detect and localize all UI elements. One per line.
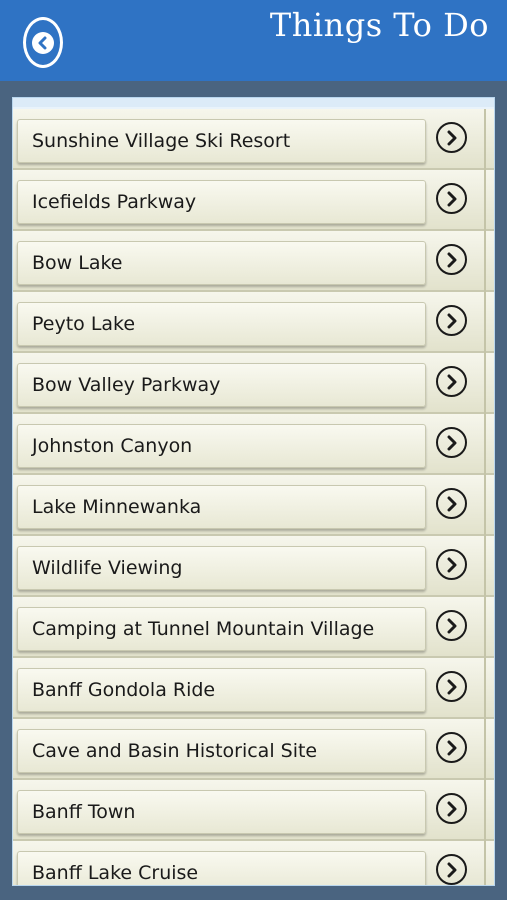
panel-top-strip — [13, 98, 494, 107]
list-item[interactable]: Camping at Tunnel Mountain Village — [13, 597, 494, 658]
chevron-right-circle-icon[interactable] — [436, 305, 467, 336]
chevron-right-circle-icon[interactable] — [436, 610, 467, 641]
list-item-label[interactable]: Banff Gondola Ride — [17, 668, 426, 712]
list-panel: Sunshine Village Ski Resort Icefields Par… — [12, 97, 495, 886]
chevron-right-circle-icon[interactable] — [436, 122, 467, 153]
list-item-label[interactable]: Lake Minnewanka — [17, 485, 426, 529]
row-divider — [484, 414, 486, 475]
list-item[interactable]: Johnston Canyon — [13, 414, 494, 475]
list-item-label[interactable]: Bow Lake — [17, 241, 426, 285]
list-item-label[interactable]: Sunshine Village Ski Resort — [17, 119, 426, 163]
row-divider — [484, 170, 486, 231]
row-divider — [484, 780, 486, 841]
row-divider — [484, 231, 486, 292]
chevron-right-circle-icon[interactable] — [436, 549, 467, 580]
chevron-right-circle-icon[interactable] — [436, 366, 467, 397]
chevron-right-circle-icon[interactable] — [436, 183, 467, 214]
list-item[interactable]: Bow Lake — [13, 231, 494, 292]
row-divider — [484, 292, 486, 353]
back-button[interactable] — [23, 17, 63, 68]
list-item-label[interactable]: Wildlife Viewing — [17, 546, 426, 590]
chevron-right-circle-icon[interactable] — [436, 671, 467, 702]
list-item[interactable]: Banff Gondola Ride — [13, 658, 494, 719]
row-divider — [484, 353, 486, 414]
row-divider — [484, 109, 486, 170]
list-item[interactable]: Sunshine Village Ski Resort — [13, 109, 494, 170]
list-item[interactable]: Banff Lake Cruise — [13, 841, 494, 885]
list-item[interactable]: Wildlife Viewing — [13, 536, 494, 597]
row-divider — [484, 719, 486, 780]
row-divider — [484, 475, 486, 536]
chevron-right-circle-icon[interactable] — [436, 732, 467, 763]
list-item-label[interactable]: Banff Town — [17, 790, 426, 834]
header-bar: Things To Do — [0, 0, 507, 81]
row-divider — [484, 536, 486, 597]
chevron-right-circle-icon[interactable] — [436, 793, 467, 824]
page-title: Things To Do — [269, 6, 489, 44]
list-item[interactable]: Cave and Basin Historical Site — [13, 719, 494, 780]
list-item-label[interactable]: Icefields Parkway — [17, 180, 426, 224]
list-item[interactable]: Banff Town — [13, 780, 494, 841]
row-divider — [484, 841, 486, 885]
chevron-right-circle-icon[interactable] — [436, 488, 467, 519]
list-item[interactable]: Lake Minnewanka — [13, 475, 494, 536]
row-divider — [484, 658, 486, 719]
chevron-right-circle-icon[interactable] — [436, 427, 467, 458]
row-divider — [484, 597, 486, 658]
chevron-right-circle-icon[interactable] — [436, 854, 467, 885]
chevron-right-circle-icon[interactable] — [436, 244, 467, 275]
list-item-label[interactable]: Cave and Basin Historical Site — [17, 729, 426, 773]
list-item-label[interactable]: Peyto Lake — [17, 302, 426, 346]
list-item-label[interactable]: Johnston Canyon — [17, 424, 426, 468]
list-item-label[interactable]: Banff Lake Cruise — [17, 851, 426, 885]
list-item[interactable]: Bow Valley Parkway — [13, 353, 494, 414]
list-item-label[interactable]: Bow Valley Parkway — [17, 363, 426, 407]
list-item[interactable]: Peyto Lake — [13, 292, 494, 353]
list-item[interactable]: Icefields Parkway — [13, 170, 494, 231]
list-item-label[interactable]: Camping at Tunnel Mountain Village — [17, 607, 426, 651]
back-arrow-icon — [32, 31, 54, 54]
